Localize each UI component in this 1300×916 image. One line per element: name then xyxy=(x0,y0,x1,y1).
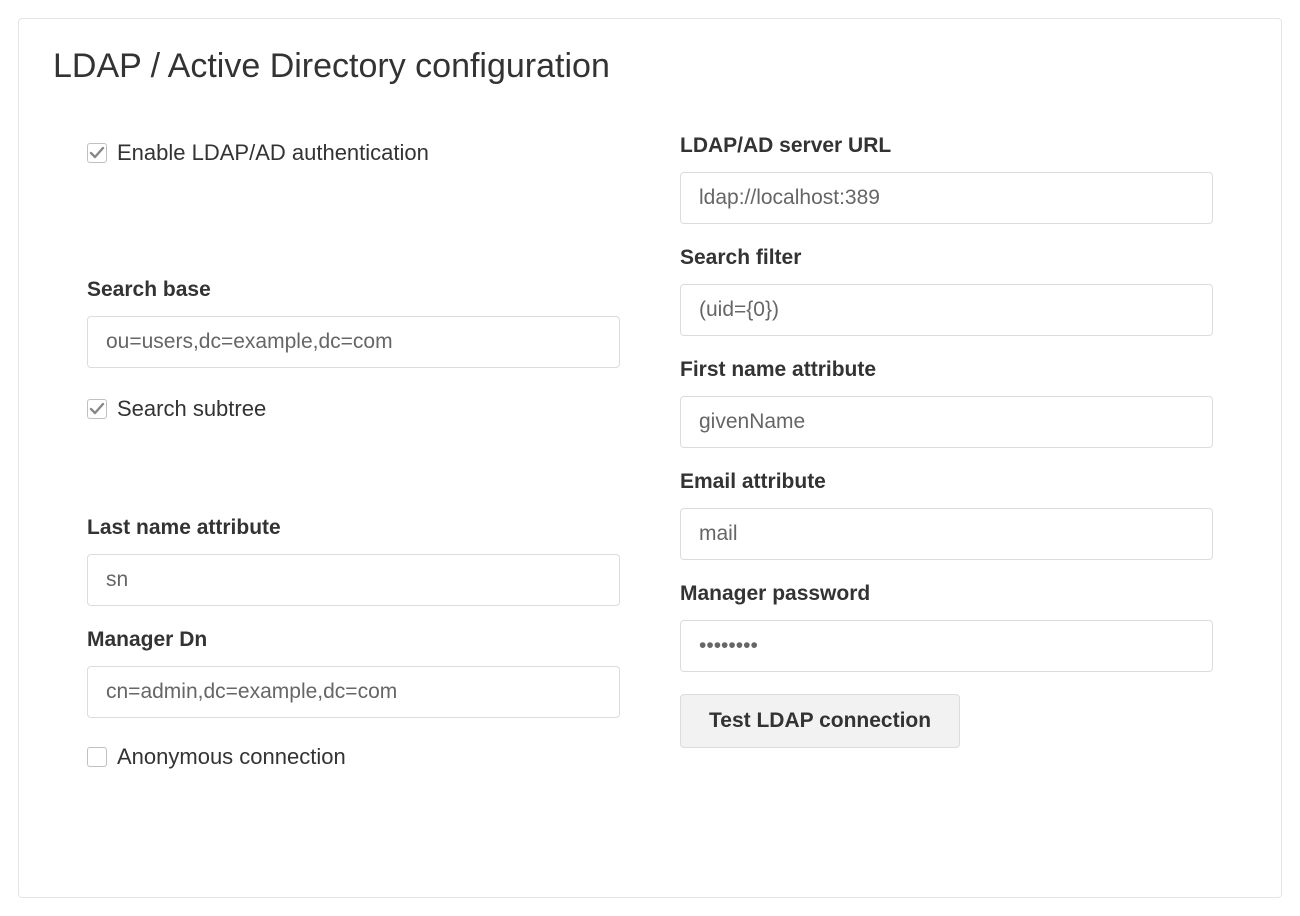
manager-dn-label: Manager Dn xyxy=(87,628,620,652)
search-filter-label: Search filter xyxy=(680,246,1213,270)
manager-dn-group: Manager Dn xyxy=(87,628,620,718)
ldap-config-panel: LDAP / Active Directory configuration En… xyxy=(18,18,1282,898)
search-subtree-group: Search subtree xyxy=(87,396,620,422)
anonymous-checkbox[interactable] xyxy=(87,747,107,767)
search-base-group: Search base xyxy=(87,278,620,368)
test-button-group: Test LDAP connection xyxy=(680,694,1213,748)
first-name-input[interactable] xyxy=(680,396,1213,448)
search-base-input[interactable] xyxy=(87,316,620,368)
manager-dn-input[interactable] xyxy=(87,666,620,718)
checkmark-icon xyxy=(89,145,105,161)
search-filter-input[interactable] xyxy=(680,284,1213,336)
anonymous-label: Anonymous connection xyxy=(117,744,346,770)
server-url-label: LDAP/AD server URL xyxy=(680,134,1213,158)
panel-title: LDAP / Active Directory configuration xyxy=(53,47,1249,86)
search-filter-group: Search filter xyxy=(680,246,1213,336)
manager-password-label: Manager password xyxy=(680,582,1213,606)
checkmark-icon xyxy=(89,401,105,417)
first-name-label: First name attribute xyxy=(680,358,1213,382)
search-subtree-label: Search subtree xyxy=(117,396,266,422)
enable-auth-group: Enable LDAP/AD authentication xyxy=(87,140,620,166)
last-name-input[interactable] xyxy=(87,554,620,606)
enable-auth-checkbox[interactable] xyxy=(87,143,107,163)
server-url-group: LDAP/AD server URL xyxy=(680,134,1213,224)
form-body: Enable LDAP/AD authentication Search bas… xyxy=(51,134,1249,792)
search-subtree-row: Search subtree xyxy=(87,396,620,422)
test-connection-button[interactable]: Test LDAP connection xyxy=(680,694,960,748)
email-label: Email attribute xyxy=(680,470,1213,494)
last-name-label: Last name attribute xyxy=(87,516,620,540)
email-group: Email attribute xyxy=(680,470,1213,560)
enable-auth-label: Enable LDAP/AD authentication xyxy=(117,140,429,166)
server-url-input[interactable] xyxy=(680,172,1213,224)
search-subtree-checkbox[interactable] xyxy=(87,399,107,419)
enable-auth-row: Enable LDAP/AD authentication xyxy=(87,140,620,166)
anonymous-row: Anonymous connection xyxy=(87,744,620,770)
email-input[interactable] xyxy=(680,508,1213,560)
manager-password-group: Manager password xyxy=(680,582,1213,672)
anonymous-group: Anonymous connection xyxy=(87,744,620,770)
right-column: LDAP/AD server URL Search filter First n… xyxy=(680,134,1213,792)
left-column: Enable LDAP/AD authentication Search bas… xyxy=(87,134,620,792)
manager-password-input[interactable] xyxy=(680,620,1213,672)
last-name-group: Last name attribute xyxy=(87,516,620,606)
first-name-group: First name attribute xyxy=(680,358,1213,448)
search-base-label: Search base xyxy=(87,278,620,302)
